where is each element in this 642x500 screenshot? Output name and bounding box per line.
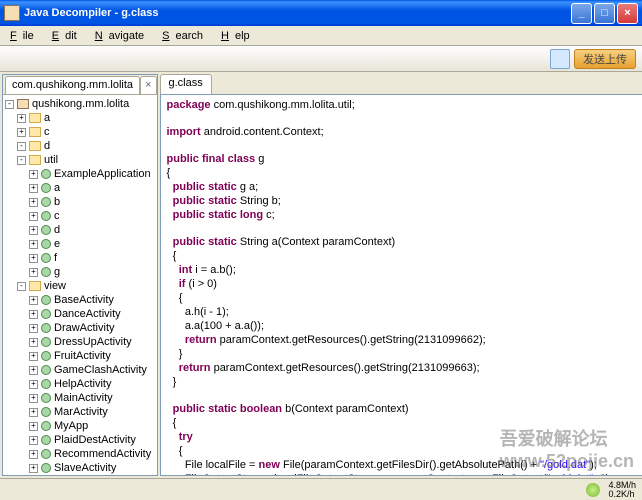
tree-pane: com.qushikong.mm.lolita × -qushikong.mm.… xyxy=(2,74,158,476)
tree-node[interactable]: +PlaidDestActivity xyxy=(5,433,155,447)
window-title: Java Decompiler - g.class xyxy=(24,7,569,19)
package-tree[interactable]: -qushikong.mm.lolita+a+c-d-util+ExampleA… xyxy=(3,95,157,475)
main-area: com.qushikong.mm.lolita × -qushikong.mm.… xyxy=(0,72,642,478)
tree-node[interactable]: +b xyxy=(5,195,155,209)
tree-node[interactable]: +f xyxy=(5,251,155,265)
app-icon xyxy=(4,5,20,21)
tree-node[interactable]: +DressUpActivity xyxy=(5,335,155,349)
tree-root[interactable]: -qushikong.mm.lolita xyxy=(5,97,155,111)
tree-node[interactable]: +MainActivity xyxy=(5,391,155,405)
tree-node[interactable]: -view xyxy=(5,279,155,293)
status-speed-2: 0.2K/h xyxy=(608,490,636,499)
menu-file[interactable]: File xyxy=(4,28,46,44)
tree-node[interactable]: +e xyxy=(5,237,155,251)
tree-node[interactable]: +c xyxy=(5,209,155,223)
tree-node[interactable]: +DanceActivity xyxy=(5,307,155,321)
menubar: File Edit Navigate Search Help xyxy=(0,26,642,46)
tree-node[interactable]: +d xyxy=(5,223,155,237)
menu-navigate[interactable]: Navigate xyxy=(89,28,156,44)
menu-edit[interactable]: Edit xyxy=(46,28,89,44)
menu-search[interactable]: Search xyxy=(156,28,215,44)
tree-node[interactable]: +g xyxy=(5,265,155,279)
tree-node[interactable]: +MyApp xyxy=(5,419,155,433)
tree-node[interactable]: +BaseActivity xyxy=(5,293,155,307)
tree-node[interactable]: +a xyxy=(5,111,155,125)
code-editor[interactable]: package com.qushikong.mm.lolita.util; im… xyxy=(160,94,642,476)
toolbar-icon[interactable] xyxy=(550,49,570,69)
minimize-button[interactable]: _ xyxy=(571,3,592,24)
tree-node[interactable]: +ExampleApplication xyxy=(5,167,155,181)
toolbar-upload-button[interactable]: 发送上传 xyxy=(574,49,636,69)
tree-node[interactable]: +a xyxy=(5,181,155,195)
tree-tab-close[interactable]: × xyxy=(140,76,156,94)
tree-node[interactable]: +c xyxy=(5,125,155,139)
tree-node[interactable]: +FruitActivity xyxy=(5,349,155,363)
menu-help[interactable]: Help xyxy=(215,28,262,44)
editor-pane: g.class package com.qushikong.mm.lolita.… xyxy=(160,74,642,476)
tree-node[interactable]: -d xyxy=(5,139,155,153)
maximize-button[interactable]: □ xyxy=(594,3,615,24)
titlebar[interactable]: Java Decompiler - g.class _ □ × xyxy=(0,0,642,26)
statusbar: 4.8M/h 0.2K/h xyxy=(0,478,642,500)
toolbar: 发送上传 xyxy=(0,46,642,72)
tree-node[interactable]: +RecommendActivity xyxy=(5,447,155,461)
editor-tab[interactable]: g.class xyxy=(160,74,212,94)
status-bulb-icon xyxy=(586,483,600,497)
tree-node[interactable]: +HelpActivity xyxy=(5,377,155,391)
close-button[interactable]: × xyxy=(617,3,638,24)
tree-tabs: com.qushikong.mm.lolita × xyxy=(3,75,157,95)
tree-node[interactable]: +SlaveActivity xyxy=(5,461,155,475)
editor-tabs: g.class xyxy=(160,74,642,94)
tree-node[interactable]: -util xyxy=(5,153,155,167)
tree-node[interactable]: +DrawActivity xyxy=(5,321,155,335)
tree-tab[interactable]: com.qushikong.mm.lolita xyxy=(5,76,140,94)
tree-node[interactable]: +MarActivity xyxy=(5,405,155,419)
tree-node[interactable]: +GameClashActivity xyxy=(5,363,155,377)
